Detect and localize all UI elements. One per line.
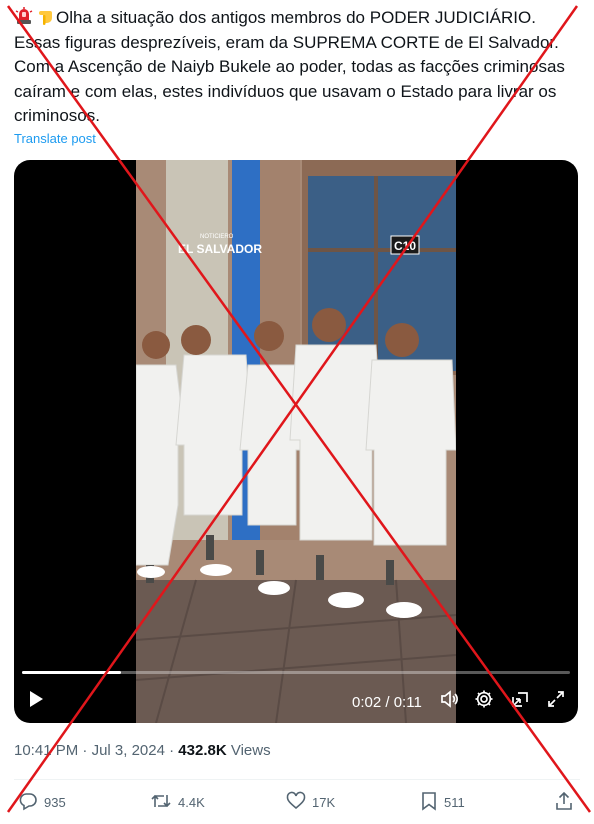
- video-scene: NOTICIERO EL SALVADOR C10: [136, 160, 456, 723]
- video-progress-fill: [22, 671, 121, 674]
- play-button[interactable]: [24, 688, 48, 714]
- tweet-meta: 10:41 PM · Jul 3, 2024 · 432.8K Views: [14, 742, 271, 759]
- share-icon: [554, 791, 574, 814]
- time-total: 0:11: [393, 694, 422, 711]
- video-frame: NOTICIERO EL SALVADOR C10: [136, 160, 456, 723]
- repost-icon: [150, 791, 172, 814]
- police-light-icon: [14, 6, 34, 26]
- settings-icon: [474, 689, 494, 714]
- fullscreen-icon: [546, 689, 566, 714]
- tweet-time[interactable]: 10:41 PM: [14, 742, 78, 759]
- tweet-date[interactable]: Jul 3, 2024: [92, 742, 165, 759]
- like-count: 17K: [312, 794, 336, 810]
- pointing-down-icon: [35, 6, 55, 26]
- reply-button[interactable]: 935: [18, 791, 66, 813]
- meta-separator: ·: [82, 742, 88, 759]
- heart-icon: [286, 791, 306, 814]
- fullscreen-button[interactable]: [544, 688, 568, 714]
- meta-separator-2: ·: [169, 742, 175, 759]
- bookmark-button[interactable]: 511: [420, 791, 465, 813]
- picture-in-picture-icon: [510, 689, 530, 714]
- views-count: 432.8K: [178, 742, 227, 759]
- video-progress-bar[interactable]: [22, 671, 570, 674]
- volume-icon: [439, 689, 459, 714]
- video-time: 0:02 / 0:11: [352, 694, 422, 711]
- watermark-text: EL SALVADOR: [178, 242, 262, 256]
- translate-post-link[interactable]: Translate post: [14, 131, 96, 146]
- volume-button[interactable]: [437, 688, 461, 714]
- views-label: Views: [230, 742, 271, 759]
- tweet-body: Olha a situação dos antigos membros do P…: [14, 8, 565, 125]
- video-player[interactable]: NOTICIERO EL SALVADOR C10 0:02 / 0:11: [14, 160, 578, 723]
- share-button[interactable]: [554, 791, 574, 813]
- actions-divider: [14, 779, 580, 780]
- time-separator: /: [385, 694, 390, 711]
- time-current: 0:02: [352, 694, 382, 711]
- reply-count: 935: [44, 794, 66, 810]
- repost-count: 4.4K: [178, 794, 205, 810]
- tweet-text: Olha a situação dos antigos membros do P…: [14, 6, 580, 129]
- channel-logo: C10: [394, 239, 416, 253]
- picture-in-picture-button[interactable]: [508, 688, 532, 714]
- bookmark-count: 511: [444, 794, 465, 810]
- like-button[interactable]: 17K: [286, 791, 335, 813]
- bookmark-icon: [420, 791, 438, 814]
- reply-icon: [18, 791, 38, 814]
- settings-button[interactable]: [472, 688, 496, 714]
- watermark-small: NOTICIERO: [200, 234, 234, 240]
- play-icon: [28, 690, 44, 713]
- repost-button[interactable]: 4.4K: [150, 791, 205, 813]
